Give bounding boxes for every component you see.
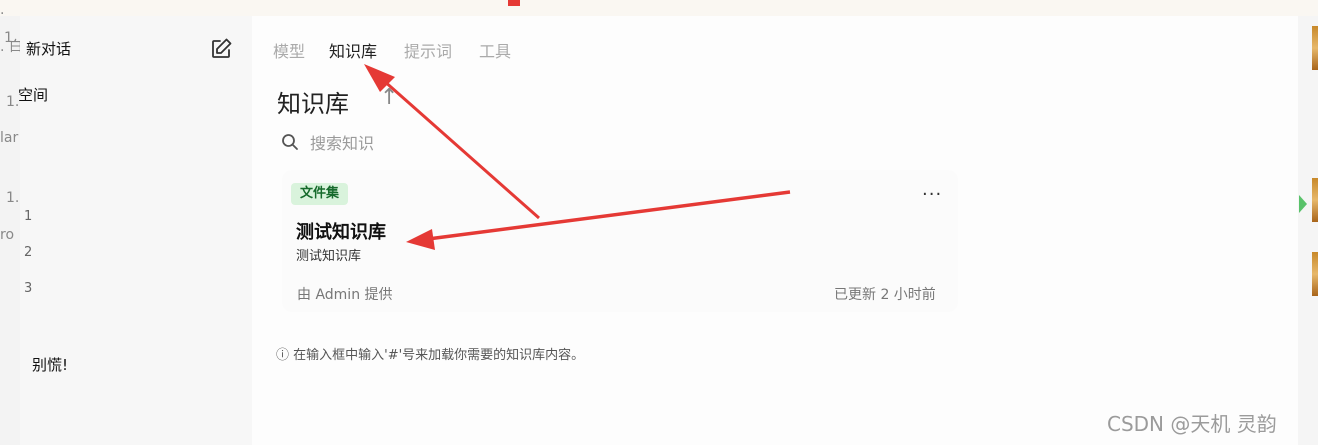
sidebar-item-space[interactable]: 空间 (18, 84, 48, 105)
sidebar-number: 3 (24, 281, 33, 296)
tab-prompts[interactable]: 提示词 (404, 38, 452, 62)
tab-knowledge[interactable]: 知识库 (329, 38, 377, 62)
sidebar-number: 1 (24, 209, 33, 224)
background-red-mark (508, 0, 520, 6)
type-badge: 文件集 (291, 183, 349, 205)
sidebar-number: 2 (24, 245, 33, 260)
new-chat-button[interactable]: 新对话 (26, 38, 71, 59)
background-green-arrow (1299, 195, 1307, 213)
provider-text: 由 Admin 提供 (297, 287, 393, 303)
background-text-fragment: ro (0, 227, 15, 243)
background-text-fragment: 1. (6, 190, 20, 206)
sidebar-bottom-text: 别慌! (32, 356, 69, 374)
search-input[interactable] (308, 130, 712, 156)
background-text-fragment: lar (0, 130, 19, 146)
updated-text: 已更新 2 小时前 (834, 287, 936, 303)
hint-text: ⓘ 在输入框中输入'#'号来加载你需要的知识库内容。 (276, 348, 585, 363)
watermark: CSDN @天机 灵韵 (1107, 412, 1277, 436)
page-title: 知识库 (277, 90, 349, 118)
knowledge-description: 测试知识库 (296, 249, 362, 264)
search-icon (281, 133, 299, 151)
background-thumbnail (1312, 26, 1318, 70)
tab-tools[interactable]: 工具 (479, 38, 511, 62)
background-right-strip (1298, 16, 1318, 445)
background-top-bar (0, 0, 1318, 17)
knowledge-name: 测试知识库 (296, 222, 386, 243)
more-menu-icon[interactable]: ··· (922, 184, 942, 205)
edit-icon[interactable] (209, 37, 233, 61)
sidebar (20, 16, 252, 445)
tab-models[interactable]: 模型 (273, 38, 305, 62)
background-thumbnail (1312, 252, 1318, 296)
background-thumbnail (1312, 178, 1318, 222)
upload-icon[interactable]: ↑ (380, 85, 398, 110)
background-text-fragment: . (0, 2, 5, 18)
